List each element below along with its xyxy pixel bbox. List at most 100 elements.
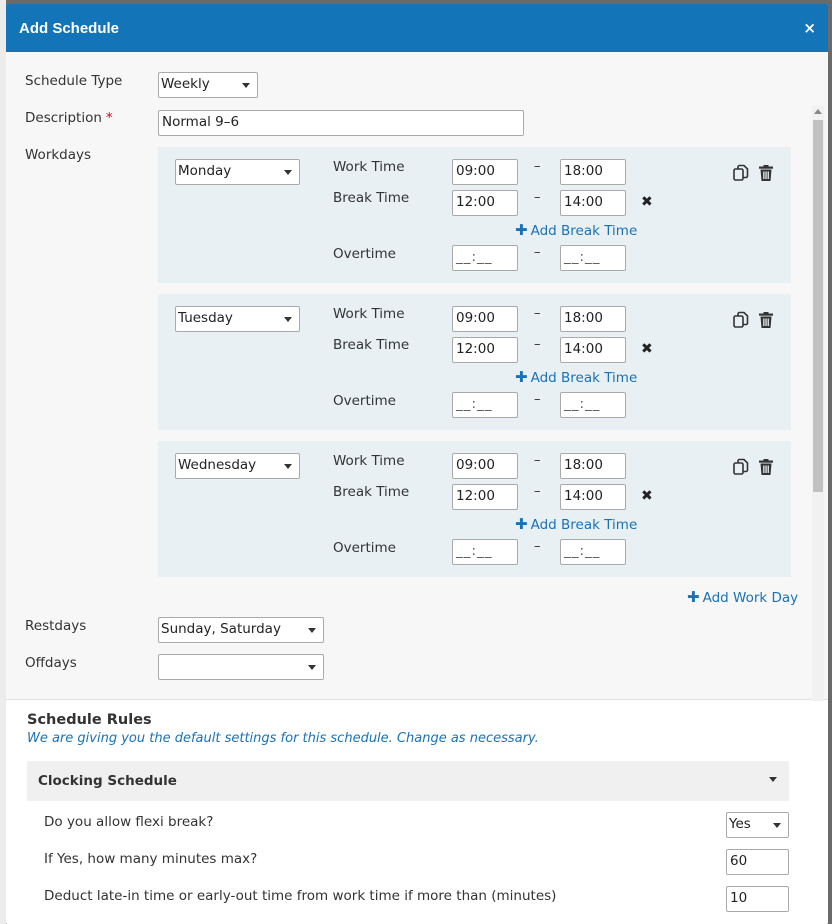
overtime-start-input[interactable]: __:__ xyxy=(452,539,518,565)
copy-icon[interactable] xyxy=(732,458,750,476)
day-value: Tuesday xyxy=(178,310,233,326)
plus-icon: ✚ xyxy=(515,515,528,533)
schedule-type-label: Schedule Type xyxy=(25,73,123,89)
day-select[interactable]: Tuesday xyxy=(175,306,300,332)
chevron-down-icon xyxy=(284,317,292,322)
time-range-dash: – xyxy=(534,306,541,321)
modal-body: Schedule Type Weekly Description * Normal… xyxy=(6,52,828,924)
chevron-down-icon xyxy=(308,628,316,633)
chevron-down-icon xyxy=(773,823,781,828)
max-minutes-input[interactable]: 60 xyxy=(726,849,789,875)
clocking-schedule-header[interactable]: Clocking Schedule xyxy=(27,761,789,801)
overtime-end-input[interactable]: __:__ xyxy=(560,392,626,418)
overtime-label: Overtime xyxy=(333,246,396,262)
overtime-label: Overtime xyxy=(333,393,396,409)
workday-block-tuesday: Tuesday Work Time 09:00 – 18:00 Break Ti… xyxy=(158,294,791,430)
trash-icon[interactable] xyxy=(757,458,775,476)
flexi-break-value: Yes xyxy=(729,816,751,832)
chevron-down-icon xyxy=(242,83,250,88)
modal-title: Add Schedule xyxy=(19,19,120,37)
schedule-type-value: Weekly xyxy=(161,76,210,92)
work-time-label: Work Time xyxy=(333,159,405,175)
overtime-start-input[interactable]: __:__ xyxy=(452,392,518,418)
restdays-select[interactable]: Sunday, Saturday xyxy=(158,617,324,643)
break-time-label: Break Time xyxy=(333,484,410,500)
time-range-dash: – xyxy=(534,453,541,468)
chevron-down-icon xyxy=(308,665,316,670)
copy-icon[interactable] xyxy=(732,164,750,182)
break-time-start-input[interactable]: 12:00 xyxy=(452,190,518,216)
add-break-time-link[interactable]: ✚ Add Break Time xyxy=(515,368,637,386)
work-time-end-input[interactable]: 18:00 xyxy=(560,453,626,479)
time-range-dash: – xyxy=(534,245,541,260)
trash-icon[interactable] xyxy=(757,164,775,182)
work-time-start-input[interactable]: 09:00 xyxy=(452,453,518,479)
add-work-day-link[interactable]: ✚ Add Work Day xyxy=(687,588,798,606)
break-time-start-input[interactable]: 12:00 xyxy=(452,484,518,510)
flexi-break-select[interactable]: Yes xyxy=(726,812,789,838)
offdays-label: Offdays xyxy=(25,655,77,671)
form-scrollbar[interactable] xyxy=(812,106,824,702)
scroll-up-icon[interactable] xyxy=(814,109,822,114)
break-time-label: Break Time xyxy=(333,337,410,353)
remove-break-icon[interactable]: ✖ xyxy=(641,488,653,504)
description-label: Description * xyxy=(25,110,113,126)
offdays-select[interactable] xyxy=(158,654,324,680)
schedule-form: Schedule Type Weekly Description * Normal… xyxy=(6,52,828,702)
work-time-start-input[interactable]: 09:00 xyxy=(452,159,518,185)
chevron-down-icon[interactable] xyxy=(769,777,777,782)
workdays-label: Workdays xyxy=(25,147,92,163)
break-time-end-input[interactable]: 14:00 xyxy=(560,190,626,216)
required-mark: * xyxy=(105,110,113,126)
add-break-time-link[interactable]: ✚ Add Break Time xyxy=(515,515,637,533)
workday-block-wednesday: Wednesday Work Time 09:00 – 18:00 Break … xyxy=(158,441,791,577)
rule-label-deduct-late: Deduct late-in time or early-out time fr… xyxy=(44,888,557,904)
day-value: Wednesday xyxy=(178,457,257,473)
restdays-value: Sunday, Saturday xyxy=(161,621,281,637)
time-range-dash: – xyxy=(534,539,541,554)
remove-break-icon[interactable]: ✖ xyxy=(641,194,653,210)
description-input[interactable]: Normal 9–6 xyxy=(158,110,524,136)
close-icon[interactable]: × xyxy=(803,20,816,36)
add-break-time-link[interactable]: ✚ Add Break Time xyxy=(515,221,637,239)
break-time-start-input[interactable]: 12:00 xyxy=(452,337,518,363)
remove-break-icon[interactable]: ✖ xyxy=(641,341,653,357)
work-time-end-input[interactable]: 18:00 xyxy=(560,306,626,332)
rules-title: Schedule Rules xyxy=(27,712,152,728)
work-time-end-input[interactable]: 18:00 xyxy=(560,159,626,185)
rule-label-max-minutes: If Yes, how many minutes max? xyxy=(44,851,258,867)
overtime-end-input[interactable]: __:__ xyxy=(560,539,626,565)
modal-header: Add Schedule × xyxy=(6,4,828,52)
day-select[interactable]: Wednesday xyxy=(175,453,300,479)
time-range-dash: – xyxy=(534,337,541,352)
break-time-end-input[interactable]: 14:00 xyxy=(560,484,626,510)
copy-icon[interactable] xyxy=(732,311,750,329)
plus-icon: ✚ xyxy=(687,588,700,606)
work-time-start-input[interactable]: 09:00 xyxy=(452,306,518,332)
overtime-start-input[interactable]: __:__ xyxy=(452,245,518,271)
break-time-end-input[interactable]: 14:00 xyxy=(560,337,626,363)
rules-subtitle: We are giving you the default settings f… xyxy=(27,731,539,746)
break-time-label: Break Time xyxy=(333,190,410,206)
plus-icon: ✚ xyxy=(515,221,528,239)
day-select[interactable]: Monday xyxy=(175,159,300,185)
plus-icon: ✚ xyxy=(515,368,528,386)
schedule-rules: Schedule Rules We are giving you the def… xyxy=(6,701,828,924)
trash-icon[interactable] xyxy=(757,311,775,329)
work-time-label: Work Time xyxy=(333,453,405,469)
schedule-type-select[interactable]: Weekly xyxy=(158,72,258,98)
time-range-dash: – xyxy=(534,159,541,174)
rule-label-flexi-break: Do you allow flexi break? xyxy=(44,814,214,830)
workday-block-monday: Monday Work Time 09:00 – 18:00 Break Tim… xyxy=(158,147,791,283)
day-value: Monday xyxy=(178,163,232,179)
time-range-dash: – xyxy=(534,190,541,205)
overtime-end-input[interactable]: __:__ xyxy=(560,245,626,271)
chevron-down-icon xyxy=(284,170,292,175)
chevron-down-icon xyxy=(284,464,292,469)
restdays-label: Restdays xyxy=(25,618,87,634)
time-range-dash: – xyxy=(534,392,541,407)
deduct-late-input[interactable]: 10 xyxy=(726,886,789,912)
overtime-label: Overtime xyxy=(333,540,396,556)
work-time-label: Work Time xyxy=(333,306,405,322)
scrollbar-thumb[interactable] xyxy=(813,120,823,492)
